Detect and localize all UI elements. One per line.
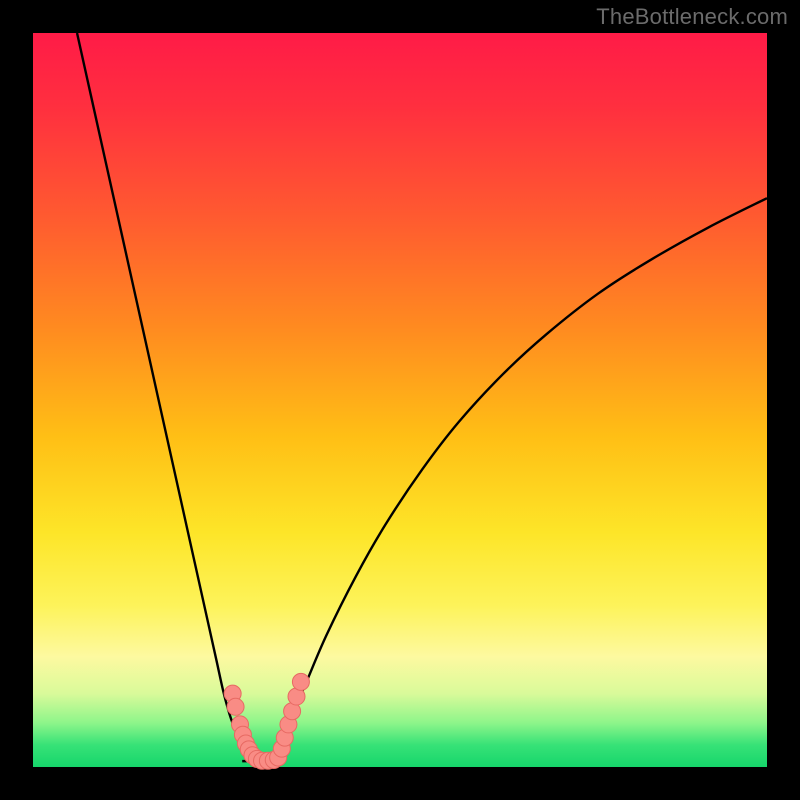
watermark-text: TheBottleneck.com — [596, 4, 788, 30]
data-marker — [227, 698, 244, 715]
bottleneck-chart — [0, 0, 800, 800]
chart-frame: { "watermark": "TheBottleneck.com", "cha… — [0, 0, 800, 800]
gradient-background — [33, 33, 767, 767]
data-marker — [292, 673, 309, 690]
